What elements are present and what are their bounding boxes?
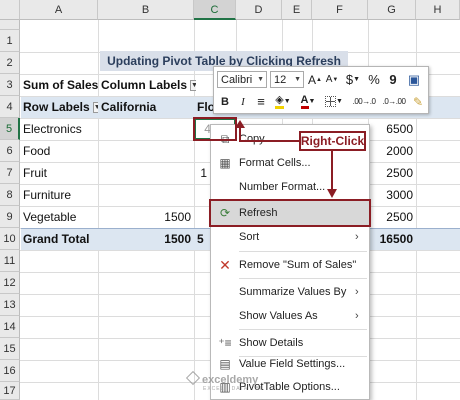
arrow-head-refresh xyxy=(327,189,337,198)
annotation-arrows xyxy=(235,120,337,198)
arrow-to-cell xyxy=(239,126,299,142)
watermark: exceldemy EXCEL · DATA · BI xyxy=(185,370,262,392)
watermark-logo-icon xyxy=(185,370,201,386)
right-click-callout: Right-Click xyxy=(299,131,366,151)
active-cell-highlight xyxy=(193,117,237,141)
